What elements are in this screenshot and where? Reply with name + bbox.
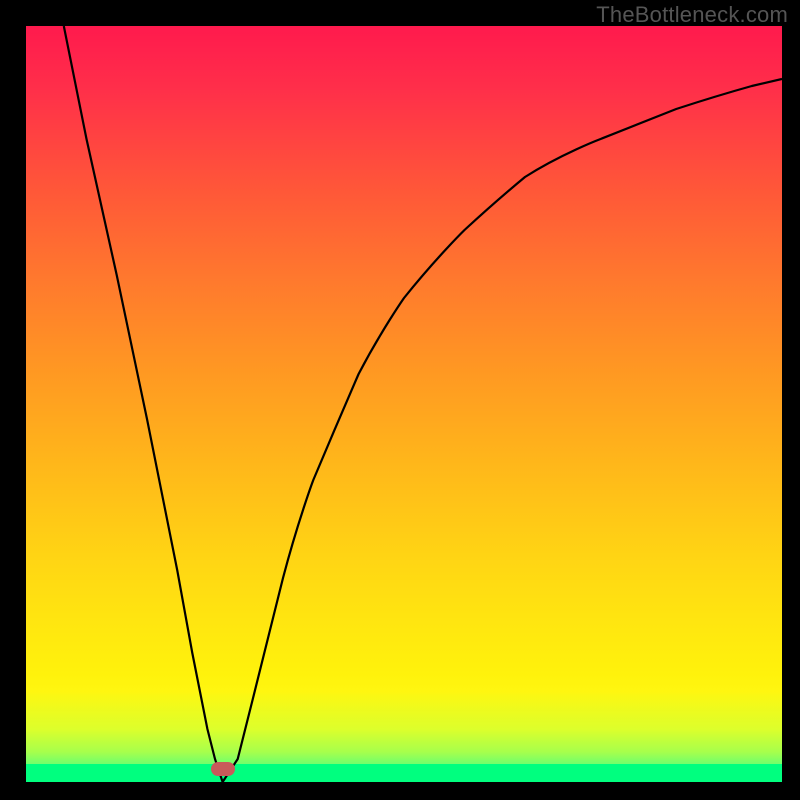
- curve-svg: [26, 26, 782, 782]
- optimal-point-marker: [211, 762, 235, 776]
- plot-area: [26, 26, 782, 782]
- bottleneck-curve-line: [64, 26, 782, 782]
- watermark-text: TheBottleneck.com: [596, 2, 788, 28]
